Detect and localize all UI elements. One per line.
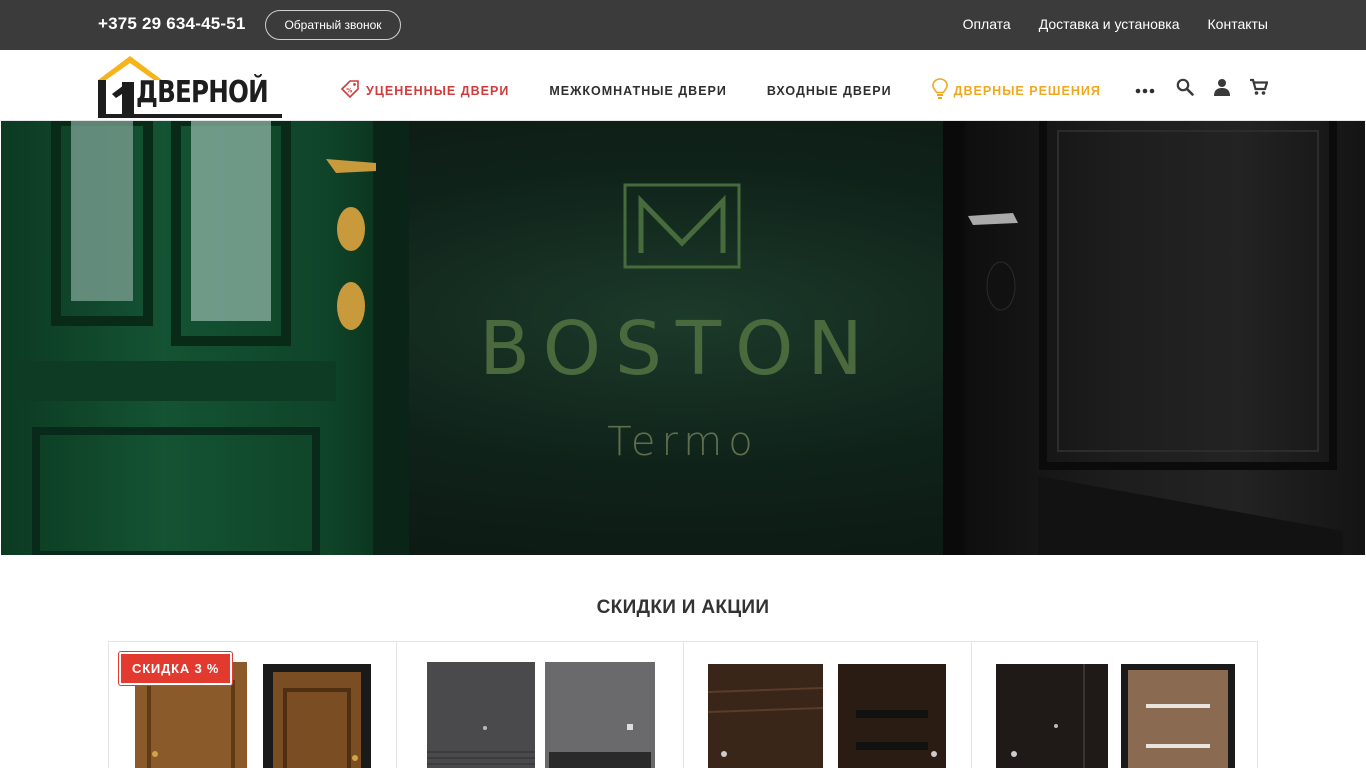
header-icons: [1176, 78, 1269, 101]
main-nav: % УЦЕНЕННЫЕ ДВЕРИ МЕЖКОМНАТНЫЕ ДВЕРИ ВХО…: [340, 78, 1155, 103]
nav-label: ВХОДНЫЕ ДВЕРИ: [766, 83, 892, 98]
nav-label: МЕЖКОМНАТНЫЕ ДВЕРИ: [549, 83, 727, 98]
top-link-delivery[interactable]: Доставка и установка: [1039, 16, 1180, 32]
discount-badge: СКИДКА 3 %: [119, 652, 233, 685]
product-card[interactable]: [395, 642, 684, 768]
nav-label: УЦЕНЕННЫЕ ДВЕРИ: [366, 83, 510, 98]
nav-label: ДВЕРНЫЕ РЕШЕНИЯ: [953, 83, 1101, 98]
hero-title: BOSTON: [479, 306, 877, 392]
top-bar: +375 29 634-45-51 Обратный звонок Оплата…: [0, 0, 1366, 50]
main-header: ДВЕРНОЙ % УЦЕНЕННЫЕ ДВЕРИ МЕЖКОМНАТНЫЕ Д…: [0, 50, 1366, 121]
product-card[interactable]: [970, 642, 1258, 768]
callback-button[interactable]: Обратный звонок: [265, 10, 401, 40]
lightbulb-icon: [931, 78, 948, 103]
brand-logo-mark: [623, 183, 741, 269]
nav-interior-doors[interactable]: МЕЖКОМНАТНЫЕ ДВЕРИ: [549, 84, 727, 98]
black-door-image: [943, 121, 1365, 555]
hero-subtitle: Termo: [607, 419, 759, 465]
product-image: [426, 662, 655, 768]
svg-text:%: %: [346, 88, 353, 95]
search-icon[interactable]: [1176, 78, 1194, 101]
green-door-image: [1, 121, 409, 555]
discount-tag-icon: %: [340, 79, 360, 102]
user-icon[interactable]: [1214, 78, 1230, 101]
product-image: [708, 664, 946, 768]
more-dots-icon[interactable]: [1135, 88, 1155, 94]
cart-icon[interactable]: [1250, 78, 1269, 101]
product-image: [995, 664, 1235, 768]
logo-text: ДВЕРНОЙ: [136, 75, 269, 110]
promo-products: СКИДКА 3 %: [108, 641, 1258, 768]
hero-banner[interactable]: BOSTON Termo: [1, 121, 1365, 555]
top-link-contacts[interactable]: Контакты: [1208, 16, 1268, 32]
product-card[interactable]: СКИДКА 3 %: [108, 642, 396, 768]
nav-door-solutions[interactable]: ДВЕРНЫЕ РЕШЕНИЯ: [931, 78, 1101, 103]
phone-number[interactable]: +375 29 634-45-51: [98, 14, 246, 34]
nav-entrance-doors[interactable]: ВХОДНЫЕ ДВЕРИ: [767, 84, 892, 98]
product-card[interactable]: [683, 642, 971, 768]
section-title: СКИДКИ И АКЦИИ: [596, 597, 770, 618]
top-link-payment[interactable]: Оплата: [963, 16, 1011, 32]
top-links: Оплата Доставка и установка Контакты: [963, 16, 1268, 32]
logo[interactable]: ДВЕРНОЙ: [98, 54, 282, 118]
nav-discounted-doors[interactable]: % УЦЕНЕННЫЕ ДВЕРИ: [340, 79, 509, 102]
